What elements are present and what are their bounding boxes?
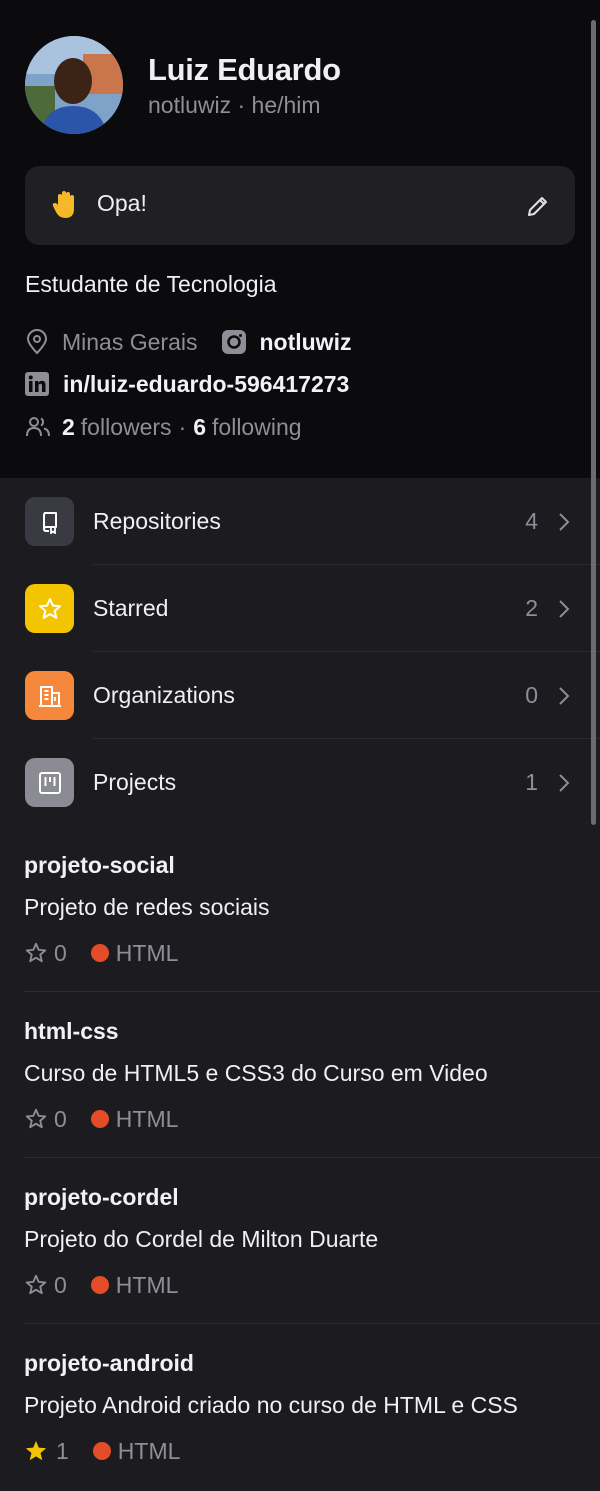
menu-count: 2 — [525, 595, 538, 621]
linkedin-link[interactable]: in/luiz-eduardo-596417273 — [63, 371, 349, 398]
star-outline-icon — [25, 1274, 47, 1295]
chevron-right-icon — [559, 513, 570, 531]
repo-icon — [25, 497, 74, 546]
location-pin-icon — [26, 329, 48, 355]
project-board-icon — [25, 758, 74, 807]
instagram-icon — [222, 330, 247, 354]
star-outline-icon — [25, 942, 47, 963]
repo-card[interactable]: projeto-cordel Projeto do Cordel de Milt… — [0, 1158, 600, 1324]
instagram-link[interactable]: notluwiz — [259, 329, 351, 356]
repo-meta: 0 HTML — [24, 1105, 178, 1133]
star-count: 0 — [54, 1271, 67, 1298]
repo-description: Projeto de redes sociais — [24, 894, 270, 920]
menu-label: Projects — [93, 769, 177, 795]
menu-item-repositories[interactable]: Repositories 4 — [0, 478, 600, 565]
chevron-right-icon — [559, 687, 570, 705]
menu-item-organizations[interactable]: Organizations 0 — [0, 652, 600, 739]
language-color-dot — [90, 1110, 109, 1128]
menu-item-starred[interactable]: Starred 2 — [0, 565, 600, 652]
menu-count: 1 — [525, 769, 538, 795]
star-icon — [25, 584, 74, 633]
location-text: Minas Gerais — [62, 328, 198, 355]
status-box[interactable]: Opa! — [25, 166, 575, 245]
repo-meta: 0 HTML — [24, 939, 178, 967]
repo-language: HTML — [117, 1437, 181, 1464]
avatar[interactable] — [25, 36, 123, 134]
repo-name[interactable]: html-css — [24, 1018, 119, 1045]
star-count: 0 — [54, 1105, 67, 1132]
profile-header: Luiz Eduardo notluwiz · he/him Opa! Estu… — [0, 0, 600, 478]
repo-name[interactable]: projeto-cordel — [24, 1184, 179, 1211]
profile-menu: Repositories 4 Starred 2 Organizations 0… — [0, 478, 600, 826]
linkedin-icon — [25, 372, 49, 396]
avatar-photo — [25, 36, 123, 134]
following-count: 6 — [193, 413, 207, 440]
repo-name[interactable]: projeto-social — [24, 852, 175, 879]
repo-name[interactable]: projeto-android — [24, 1350, 194, 1377]
menu-count: 4 — [525, 508, 538, 534]
repo-language: HTML — [115, 1105, 179, 1132]
scrollbar[interactable] — [591, 20, 596, 825]
status-text: Opa! — [97, 190, 147, 216]
raised-hand-emoji — [52, 191, 74, 218]
chevron-right-icon — [559, 600, 570, 618]
profile-bio: Estudante de Tecnologia — [25, 271, 277, 297]
repo-meta: 0 HTML — [24, 1271, 178, 1299]
language-color-dot — [90, 944, 109, 962]
repo-language: HTML — [115, 1271, 179, 1298]
repo-card[interactable]: projeto-android Projeto Android criado n… — [0, 1324, 600, 1491]
star-outline-icon — [25, 1108, 47, 1129]
language-color-dot — [92, 1442, 111, 1460]
following-label: following — [212, 413, 302, 440]
repo-description: Projeto do Cordel de Milton Duarte — [24, 1226, 379, 1252]
profile-handle: notluwiz · he/him — [148, 92, 321, 118]
follow-separator: · — [178, 413, 187, 440]
language-color-dot — [90, 1276, 109, 1294]
repo-card[interactable]: projeto-social Projeto de redes sociais … — [0, 826, 600, 992]
repo-description: Projeto Android criado no curso de HTML … — [24, 1392, 518, 1418]
repo-language: HTML — [115, 939, 179, 966]
menu-label: Organizations — [93, 682, 235, 708]
star-count: 0 — [54, 939, 67, 966]
menu-label: Repositories — [93, 508, 221, 534]
star-count: 1 — [56, 1437, 69, 1464]
followers-label: followers — [80, 413, 172, 440]
menu-label: Starred — [93, 595, 169, 621]
organization-icon — [25, 671, 74, 720]
pencil-icon[interactable] — [525, 193, 551, 219]
location-instagram-row: Minas Gerais notluwiz — [25, 327, 351, 357]
chevron-right-icon — [559, 774, 570, 792]
linkedin-row: in/luiz-eduardo-596417273 — [25, 369, 349, 399]
profile-name: Luiz Eduardo — [148, 52, 341, 87]
followers-count: 2 — [62, 413, 75, 440]
star-filled-icon — [25, 1440, 47, 1461]
menu-count: 0 — [525, 682, 538, 708]
repo-card[interactable]: html-css Curso de HTML5 e CSS3 do Curso … — [0, 992, 600, 1158]
repo-description: Curso de HTML5 e CSS3 do Curso em Video — [24, 1060, 488, 1086]
menu-item-projects[interactable]: Projects 1 — [0, 739, 600, 826]
followers-row[interactable]: 2 followers · 6 following — [25, 412, 302, 442]
repo-meta: 1 HTML — [24, 1437, 180, 1465]
people-icon — [26, 417, 50, 437]
